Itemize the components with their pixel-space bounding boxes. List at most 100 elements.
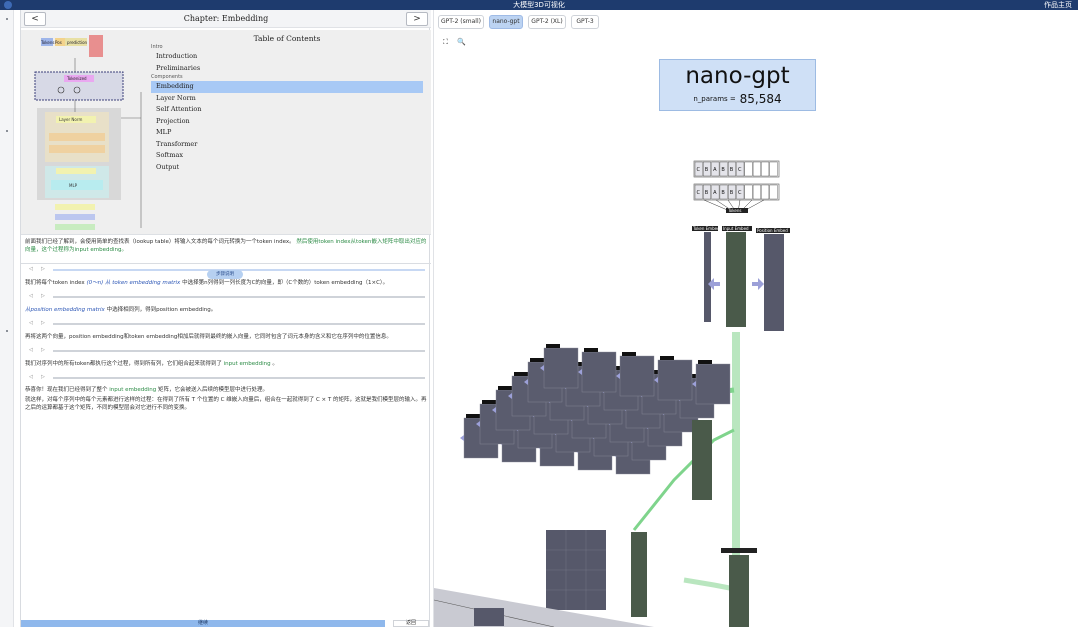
step-track[interactable] [53, 323, 425, 325]
token-cell [752, 161, 761, 177]
mini-mhsa-box [49, 133, 105, 141]
token-cell [744, 184, 753, 200]
step-play-icon[interactable]: ◁ [29, 293, 33, 299]
mini-softmax-box [55, 224, 95, 230]
head-label-tag [482, 400, 496, 404]
toc-item-softmax[interactable]: Softmax [151, 150, 423, 162]
mini-layernorm2-box [56, 168, 96, 174]
arrow-pos-to-input [752, 278, 764, 290]
head-input-arrow [460, 435, 464, 441]
mini-proj-box [49, 145, 105, 153]
step-text-2: 从position embedding matrix 中选择相同列，得到posi… [25, 306, 427, 314]
next-chapter-button[interactable]: > [406, 12, 428, 26]
head-label-tag [584, 348, 598, 352]
mini-label-mlp: MLP [69, 183, 78, 188]
left-scroll-rail[interactable] [0, 10, 14, 627]
step2-text: 中选择相同列，得到position embedding。 [106, 307, 217, 313]
step-next-icon[interactable]: ▷ [41, 347, 45, 353]
step-play-icon[interactable]: ◁ [29, 347, 33, 353]
intro-paragraph: 前面我们已经了解到，会使用简单的查找表（lookup table）将输入文本的每… [25, 238, 427, 254]
toc-item-transformer[interactable]: Transformer [151, 139, 423, 151]
mini-label-pos: Pos [55, 40, 62, 45]
attention-heads [460, 344, 731, 475]
step-controls-2[interactable]: ◁ ▷ [27, 293, 425, 301]
toc-item-self-attention[interactable]: Self Attention [151, 104, 423, 116]
token-embed-label: Token Embed [692, 226, 720, 231]
visualization-panel[interactable]: GPT-2 (small) nano-gpt GPT-2 (XL) GPT-3 … [433, 10, 1078, 627]
back-button[interactable]: 返回 [393, 620, 429, 627]
walkthrough-panel: < Chapter: Embedding > Tokens Pos predic… [20, 10, 431, 627]
step2-text-highlight: 从position embedding matrix [25, 307, 105, 313]
step5-paragraph-2: 就这样，对每个序列中的每个元素都进行这样的过程：在得到了所有 T 个位置的 C … [25, 397, 427, 411]
head-label-tag [498, 386, 512, 390]
token-label: C [697, 167, 701, 173]
head-label-tag [546, 344, 560, 348]
continue-button[interactable]: 继续 [21, 620, 385, 627]
step-play-icon[interactable]: ◁ [29, 266, 33, 272]
toc-item-embedding[interactable]: Embedding [151, 81, 423, 93]
toc-item-introduction[interactable]: Introduction [151, 51, 423, 63]
step-next-icon[interactable]: ▷ [41, 266, 45, 272]
head-label-tag [466, 414, 480, 418]
token-label: B [705, 167, 709, 173]
token-label: B [721, 167, 725, 173]
homepage-link[interactable]: 作品主页 [1044, 0, 1072, 10]
step-play-icon[interactable]: ◁ [29, 320, 33, 326]
architecture-mini-diagram[interactable]: Tokens Pos prediction Tokenized Layer No… [29, 32, 147, 230]
token-label: C [738, 167, 742, 173]
intro-text-1: 前面我们已经了解到，会使用简单的查找表（lookup table）将输入文本的每… [25, 239, 295, 245]
head-label-tag [660, 356, 674, 360]
token-cell [769, 184, 778, 200]
step1-text-a: 我们将每个token index [25, 280, 85, 286]
token-label: C [697, 190, 701, 196]
toc-item-preliminaries[interactable]: Preliminaries [151, 63, 423, 75]
step-track[interactable] [53, 377, 425, 379]
app-title: 大模型3D可视化 [513, 1, 565, 9]
token-row-2: CBABBC [693, 183, 780, 201]
token-label: B [730, 190, 734, 196]
token-cell [752, 184, 761, 200]
toc-item-output[interactable]: Output [151, 162, 423, 174]
output-matrix [729, 555, 749, 627]
step3-text: 再将这两个向量，position embedding和token embeddi… [25, 334, 392, 340]
3d-model-scene[interactable]: CBABBC CBABBC Tokens Token Embed Input E… [434, 10, 1078, 627]
toc-group-components: Components [151, 74, 183, 80]
toc-item-layer-norm[interactable]: Layer Norm [151, 93, 423, 105]
step-next-icon[interactable]: ▷ [41, 293, 45, 299]
token-row-1: CBABBC [693, 160, 780, 178]
step-next-icon[interactable]: ▷ [41, 320, 45, 326]
toc-item-projection[interactable]: Projection [151, 116, 423, 128]
step-play-icon[interactable]: ◁ [29, 374, 33, 380]
token-label: A [713, 190, 717, 196]
mini-label-tokenized: Tokenized [66, 76, 87, 81]
head-label-tag [698, 360, 712, 364]
token-cell [761, 161, 770, 177]
input-embed-matrix [726, 232, 746, 327]
rail-tick [6, 330, 8, 332]
step-track[interactable] [53, 296, 425, 298]
attention-head-matrix [657, 359, 693, 401]
table-of-contents: Table of Contents Intro Introduction Pre… [151, 34, 423, 173]
rail-tick [6, 18, 8, 20]
step-track[interactable] [53, 350, 425, 352]
step5-text-b: 矩阵，它会被送入后续的模型层中进行处理。 [158, 387, 269, 393]
chapter-content: 前面我们已经了解到，会使用简单的查找表（lookup table）将输入文本的每… [25, 238, 427, 256]
step-next-icon[interactable]: ▷ [41, 374, 45, 380]
step-controls-3[interactable]: ◁ ▷ [27, 320, 425, 328]
position-embed-matrix [764, 234, 784, 331]
position-embed-label: Position Embed [757, 228, 788, 233]
step-text-4: 我们对序列中的所有token都执行这个过程，得到所有列，它们组合起来就得到了 i… [25, 360, 427, 368]
mini-linear-box [55, 214, 95, 220]
chapter-title: Chapter: Embedding [183, 14, 269, 23]
toc-item-mlp[interactable]: MLP [151, 127, 423, 139]
mini-label-layernorm: Layer Norm [59, 117, 82, 122]
head-label-tag [514, 372, 528, 376]
step1-text-b: 中选择第n列得到一列长度为C的向量，即（C个数的）token embedding… [182, 280, 389, 286]
head-label-tag [530, 358, 544, 362]
step-controls-5[interactable]: ◁ ▷ [27, 374, 425, 382]
step-text-5: 恭喜你！现在我们已经得到了整个 input embedding 矩阵，它会被送入… [25, 386, 427, 414]
step-tag: 步骤说明 [207, 270, 243, 279]
toc-title: Table of Contents [253, 34, 321, 43]
step-controls-4[interactable]: ◁ ▷ [27, 347, 425, 355]
bottom-matrix [474, 608, 504, 626]
